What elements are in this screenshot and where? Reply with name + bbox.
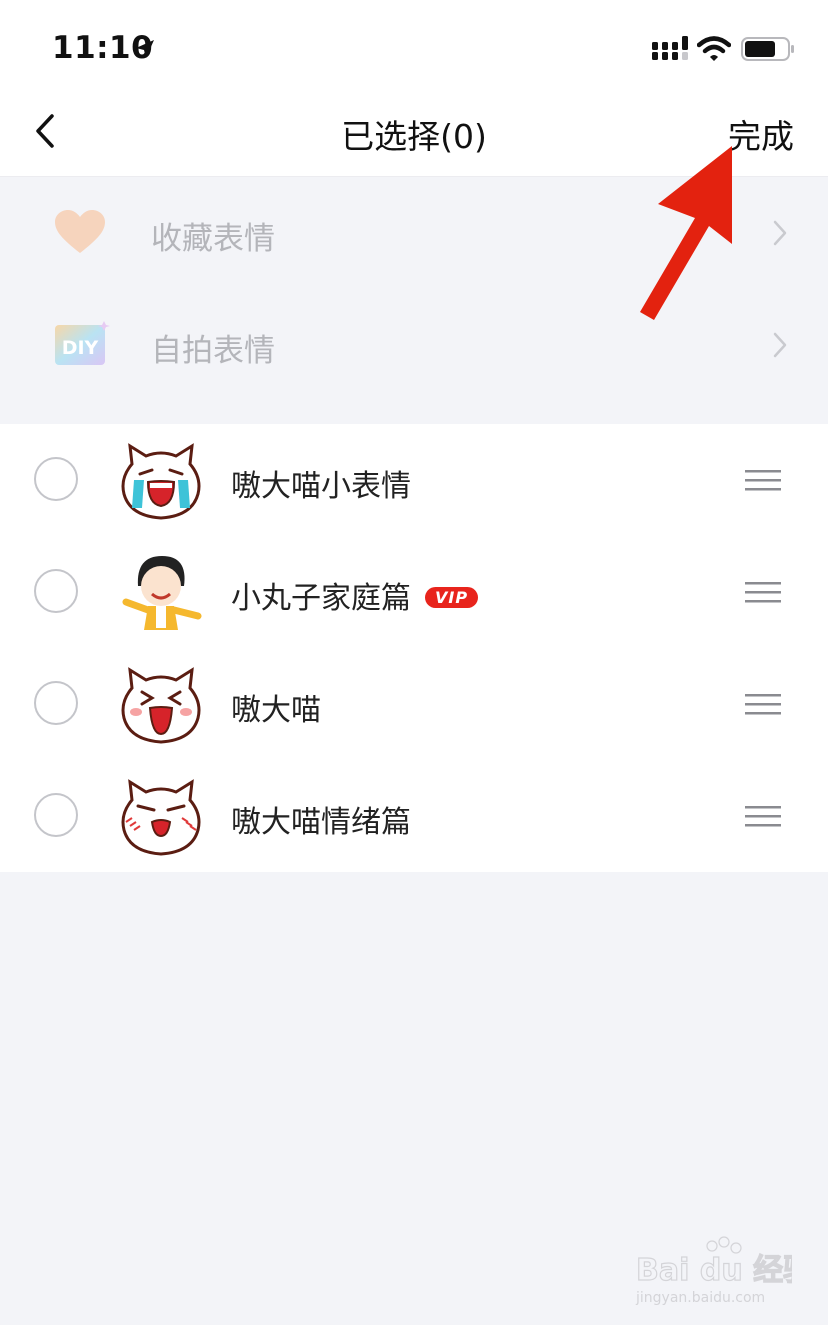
diy-icon: DIY [55,321,110,365]
svg-text:Bai du 经验: Bai du 经验 [636,1253,792,1288]
wifi-icon [697,36,731,61]
location-arrow-icon [136,40,154,58]
heart-icon [55,210,105,253]
select-radio[interactable] [34,569,78,613]
select-radio[interactable] [34,457,78,501]
drag-handle-icon[interactable] [745,806,781,828]
drag-handle-icon[interactable] [745,470,781,492]
svg-text:DIY: DIY [62,337,99,359]
status-bar: 11:10 [0,0,828,96]
red-arrow-annotation-icon [640,146,732,320]
drag-handle-icon[interactable] [745,694,781,716]
pack-name: 嗷大喵 [231,693,321,728]
pack-name: 嗷大喵情绪篇 [231,805,411,840]
blushing-cat-sticker-icon [121,779,201,856]
pack-name: 小丸子家庭篇 VIP [231,573,479,617]
favorites-label: 收藏表情 [151,221,275,257]
svg-text:jingyan.baidu.com: jingyan.baidu.com [635,1290,765,1306]
maruko-girl-sticker-icon [122,556,202,630]
drag-handle-icon[interactable] [745,582,781,604]
sticker-pack-list: 嗷大喵小表情 小丸子家庭篇 VIP 嗷大喵 嗷大喵情绪篇 [0,424,828,872]
battery-icon [741,37,794,61]
select-radio[interactable] [34,793,78,837]
chevron-right-icon [773,220,787,246]
list-item[interactable]: 嗷大喵小表情 [0,424,828,536]
list-item[interactable]: 嗷大喵情绪篇 [0,760,828,872]
crying-cat-sticker-icon [121,443,201,520]
laughing-cat-sticker-icon [121,667,201,744]
cellular-signal-icon [652,36,688,60]
chevron-right-icon [773,332,787,358]
list-item[interactable]: 嗷大喵 [0,648,828,760]
baidu-jingyan-watermark: Bai du 经验 jingyan.baidu.com [635,1236,792,1306]
list-item[interactable]: 小丸子家庭篇 VIP [0,536,828,648]
vip-badge: VIP [425,587,479,608]
select-radio[interactable] [34,681,78,725]
selfie-stickers-label: 自拍表情 [151,333,275,369]
pack-name: 嗷大喵小表情 [231,469,411,504]
